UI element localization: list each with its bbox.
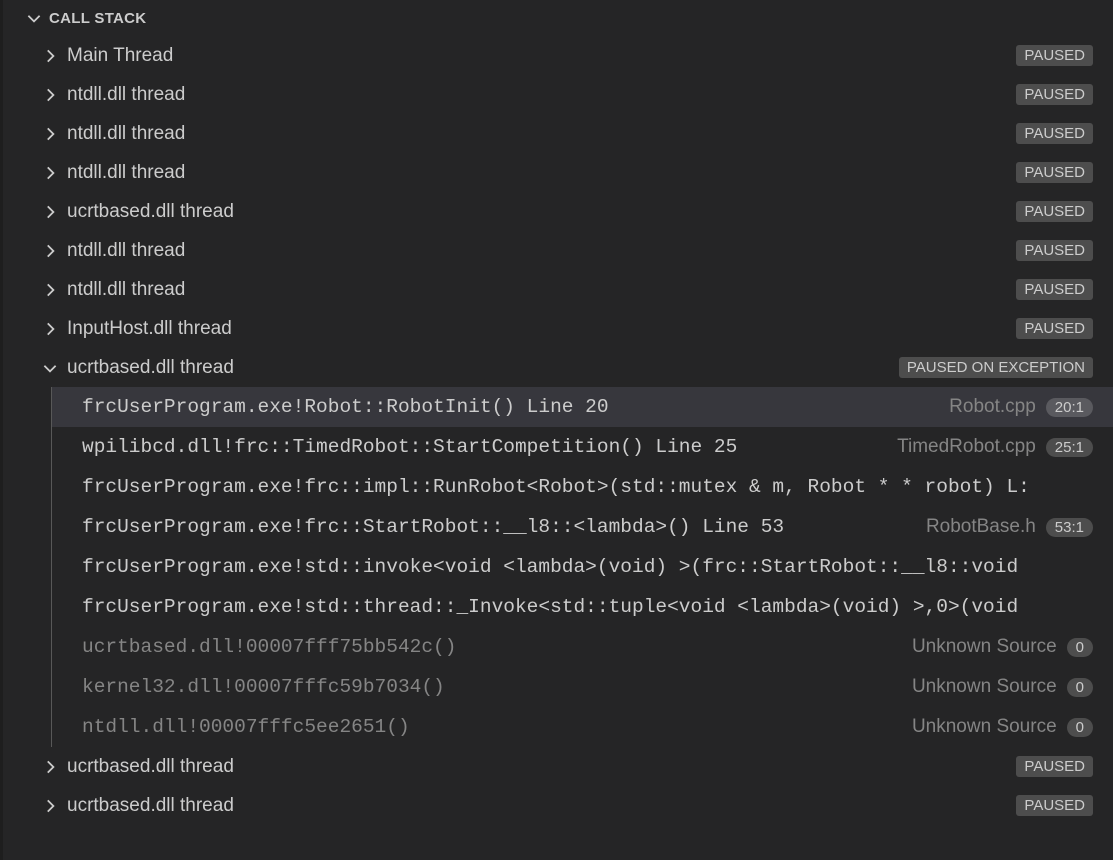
chevron-right-icon: [41, 320, 59, 338]
thread-state-badge: PAUSED: [1016, 240, 1093, 261]
thread-row[interactable]: Main ThreadPAUSED: [3, 36, 1113, 75]
call-stack-panel: CALL STACK Main ThreadPAUSEDntdll.dll th…: [0, 0, 1113, 860]
thread-label: ucrtbased.dll thread: [67, 795, 1016, 817]
thread-state-badge: PAUSED: [1016, 201, 1093, 222]
thread-row[interactable]: ucrtbased.dll threadPAUSED: [3, 786, 1113, 825]
chevron-right-icon: [41, 242, 59, 260]
thread-label: ucrtbased.dll thread: [67, 357, 899, 379]
chevron-down-icon: [25, 9, 43, 27]
thread-label: ntdll.dll thread: [67, 84, 1016, 106]
chevron-right-icon: [41, 164, 59, 182]
frame-line-badge: 20:1: [1046, 398, 1093, 417]
thread-row[interactable]: ntdll.dll threadPAUSED: [3, 75, 1113, 114]
frame-label: ntdll.dll!00007fffc5ee2651(): [82, 716, 900, 738]
stack-frame[interactable]: ntdll.dll!00007fffc5ee2651() Unknown Sour…: [52, 707, 1113, 747]
chevron-right-icon: [41, 86, 59, 104]
panel-title: CALL STACK: [49, 10, 146, 27]
thread-state-badge: PAUSED: [1016, 84, 1093, 105]
stack-frame[interactable]: frcUserProgram.exe!std::thread::_Invoke<…: [52, 587, 1113, 627]
chevron-right-icon: [41, 797, 59, 815]
chevron-down-icon: [41, 359, 59, 377]
thread-state-badge: PAUSED: [1016, 756, 1093, 777]
frame-label: ucrtbased.dll!00007fff75bb542c(): [82, 636, 900, 658]
thread-label: ucrtbased.dll thread: [67, 756, 1016, 778]
frame-label: frcUserProgram.exe!Robot::RobotInit() Li…: [82, 396, 937, 418]
thread-label: ntdll.dll thread: [67, 162, 1016, 184]
frame-label: frcUserProgram.exe!std::thread::_Invoke<…: [82, 596, 1093, 618]
thread-label: Main Thread: [67, 45, 1016, 67]
frame-label: frcUserProgram.exe!frc::StartRobot::__l8…: [82, 516, 914, 538]
thread-label: ntdll.dll thread: [67, 123, 1016, 145]
chevron-right-icon: [41, 203, 59, 221]
chevron-right-icon: [41, 281, 59, 299]
thread-state-badge: PAUSED: [1016, 162, 1093, 183]
thread-state-badge: PAUSED: [1016, 795, 1093, 816]
stack-frame[interactable]: frcUserProgram.exe!std::invoke<void <lam…: [52, 547, 1113, 587]
stack-frame[interactable]: frcUserProgram.exe!frc::StartRobot::__l8…: [52, 507, 1113, 547]
frame-label: kernel32.dll!00007fffc59b7034(): [82, 676, 900, 698]
thread-row[interactable]: ucrtbased.dll threadPAUSED ON EXCEPTION: [3, 348, 1113, 387]
frame-source: Robot.cpp: [949, 396, 1036, 418]
thread-row[interactable]: ucrtbased.dll threadPAUSED: [3, 192, 1113, 231]
frame-line-badge: 0: [1067, 718, 1093, 737]
call-stack-tree: Main ThreadPAUSEDntdll.dll threadPAUSEDn…: [3, 36, 1113, 860]
frame-group: frcUserProgram.exe!Robot::RobotInit() Li…: [51, 387, 1113, 747]
thread-state-badge: PAUSED ON EXCEPTION: [899, 357, 1093, 378]
thread-row[interactable]: ucrtbased.dll threadPAUSED: [3, 747, 1113, 786]
frame-line-badge: 0: [1067, 638, 1093, 657]
thread-row[interactable]: ntdll.dll threadPAUSED: [3, 231, 1113, 270]
thread-label: ucrtbased.dll thread: [67, 201, 1016, 223]
thread-state-badge: PAUSED: [1016, 279, 1093, 300]
thread-row[interactable]: ntdll.dll threadPAUSED: [3, 153, 1113, 192]
thread-label: ntdll.dll thread: [67, 240, 1016, 262]
frame-source: RobotBase.h: [926, 516, 1036, 538]
frame-label: wpilibcd.dll!frc::TimedRobot::StartCompe…: [82, 436, 885, 458]
thread-row[interactable]: ntdll.dll threadPAUSED: [3, 114, 1113, 153]
thread-row[interactable]: InputHost.dll threadPAUSED: [3, 309, 1113, 348]
frame-line-badge: 25:1: [1046, 438, 1093, 457]
chevron-right-icon: [41, 758, 59, 776]
frame-line-badge: 0: [1067, 678, 1093, 697]
thread-row[interactable]: ntdll.dll threadPAUSED: [3, 270, 1113, 309]
frame-source: Unknown Source: [912, 636, 1057, 658]
thread-state-badge: PAUSED: [1016, 318, 1093, 339]
stack-frame[interactable]: frcUserProgram.exe!Robot::RobotInit() Li…: [52, 387, 1113, 427]
frame-source: TimedRobot.cpp: [897, 436, 1036, 458]
thread-state-badge: PAUSED: [1016, 45, 1093, 66]
chevron-right-icon: [41, 125, 59, 143]
chevron-right-icon: [41, 47, 59, 65]
stack-frame[interactable]: ucrtbased.dll!00007fff75bb542c() Unknown …: [52, 627, 1113, 667]
frame-line-badge: 53:1: [1046, 518, 1093, 537]
frame-source: Unknown Source: [912, 676, 1057, 698]
frame-source: Unknown Source: [912, 716, 1057, 738]
thread-label: ntdll.dll thread: [67, 279, 1016, 301]
frame-label: frcUserProgram.exe!std::invoke<void <lam…: [82, 556, 1093, 578]
frame-label: frcUserProgram.exe!frc::impl::RunRobot<R…: [82, 476, 1093, 498]
panel-header[interactable]: CALL STACK: [3, 0, 1113, 36]
thread-label: InputHost.dll thread: [67, 318, 1016, 340]
stack-frame[interactable]: frcUserProgram.exe!frc::impl::RunRobot<R…: [52, 467, 1113, 507]
thread-state-badge: PAUSED: [1016, 123, 1093, 144]
stack-frame[interactable]: kernel32.dll!00007fffc59b7034() Unknown S…: [52, 667, 1113, 707]
stack-frame[interactable]: wpilibcd.dll!frc::TimedRobot::StartCompe…: [52, 427, 1113, 467]
